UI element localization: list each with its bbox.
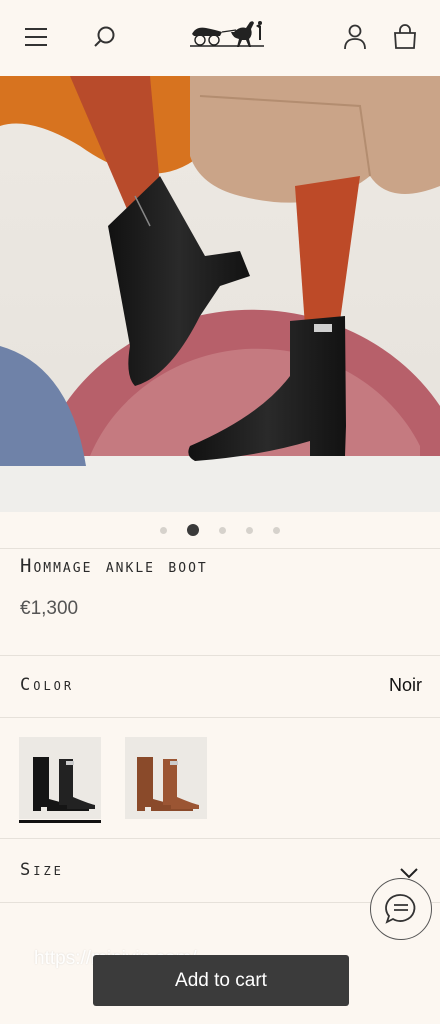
carousel-pagination	[0, 512, 440, 548]
product-title: Hommage ankle boot	[20, 555, 208, 577]
color-swatch-noir[interactable]	[19, 737, 101, 819]
divider	[0, 655, 440, 656]
color-value: Noir	[388, 675, 422, 695]
divider	[0, 838, 440, 839]
shopping-bag-icon[interactable]	[390, 22, 420, 52]
header	[0, 0, 440, 76]
product-price: €1,300	[20, 598, 79, 619]
carousel-dot[interactable]	[187, 524, 199, 536]
hermes-carriage-logo[interactable]	[186, 12, 268, 52]
color-swatch-brown[interactable]	[125, 737, 207, 819]
color-label: Color	[20, 675, 75, 695]
divider	[0, 548, 440, 549]
search-icon[interactable]	[90, 22, 120, 52]
size-label: Size	[20, 860, 64, 880]
divider	[0, 717, 440, 718]
product-image[interactable]	[0, 76, 440, 512]
account-icon[interactable]	[340, 22, 370, 52]
carousel-dot[interactable]	[246, 526, 253, 534]
carousel-dot[interactable]	[219, 526, 226, 534]
carousel-dot[interactable]	[160, 526, 167, 534]
chat-button[interactable]	[370, 878, 432, 940]
carousel-dot[interactable]	[273, 526, 280, 534]
chat-icon	[385, 894, 416, 924]
selected-swatch-indicator	[19, 820, 101, 823]
menu-icon[interactable]	[21, 22, 51, 52]
add-to-cart-button[interactable]: Add to cart	[93, 955, 349, 1006]
